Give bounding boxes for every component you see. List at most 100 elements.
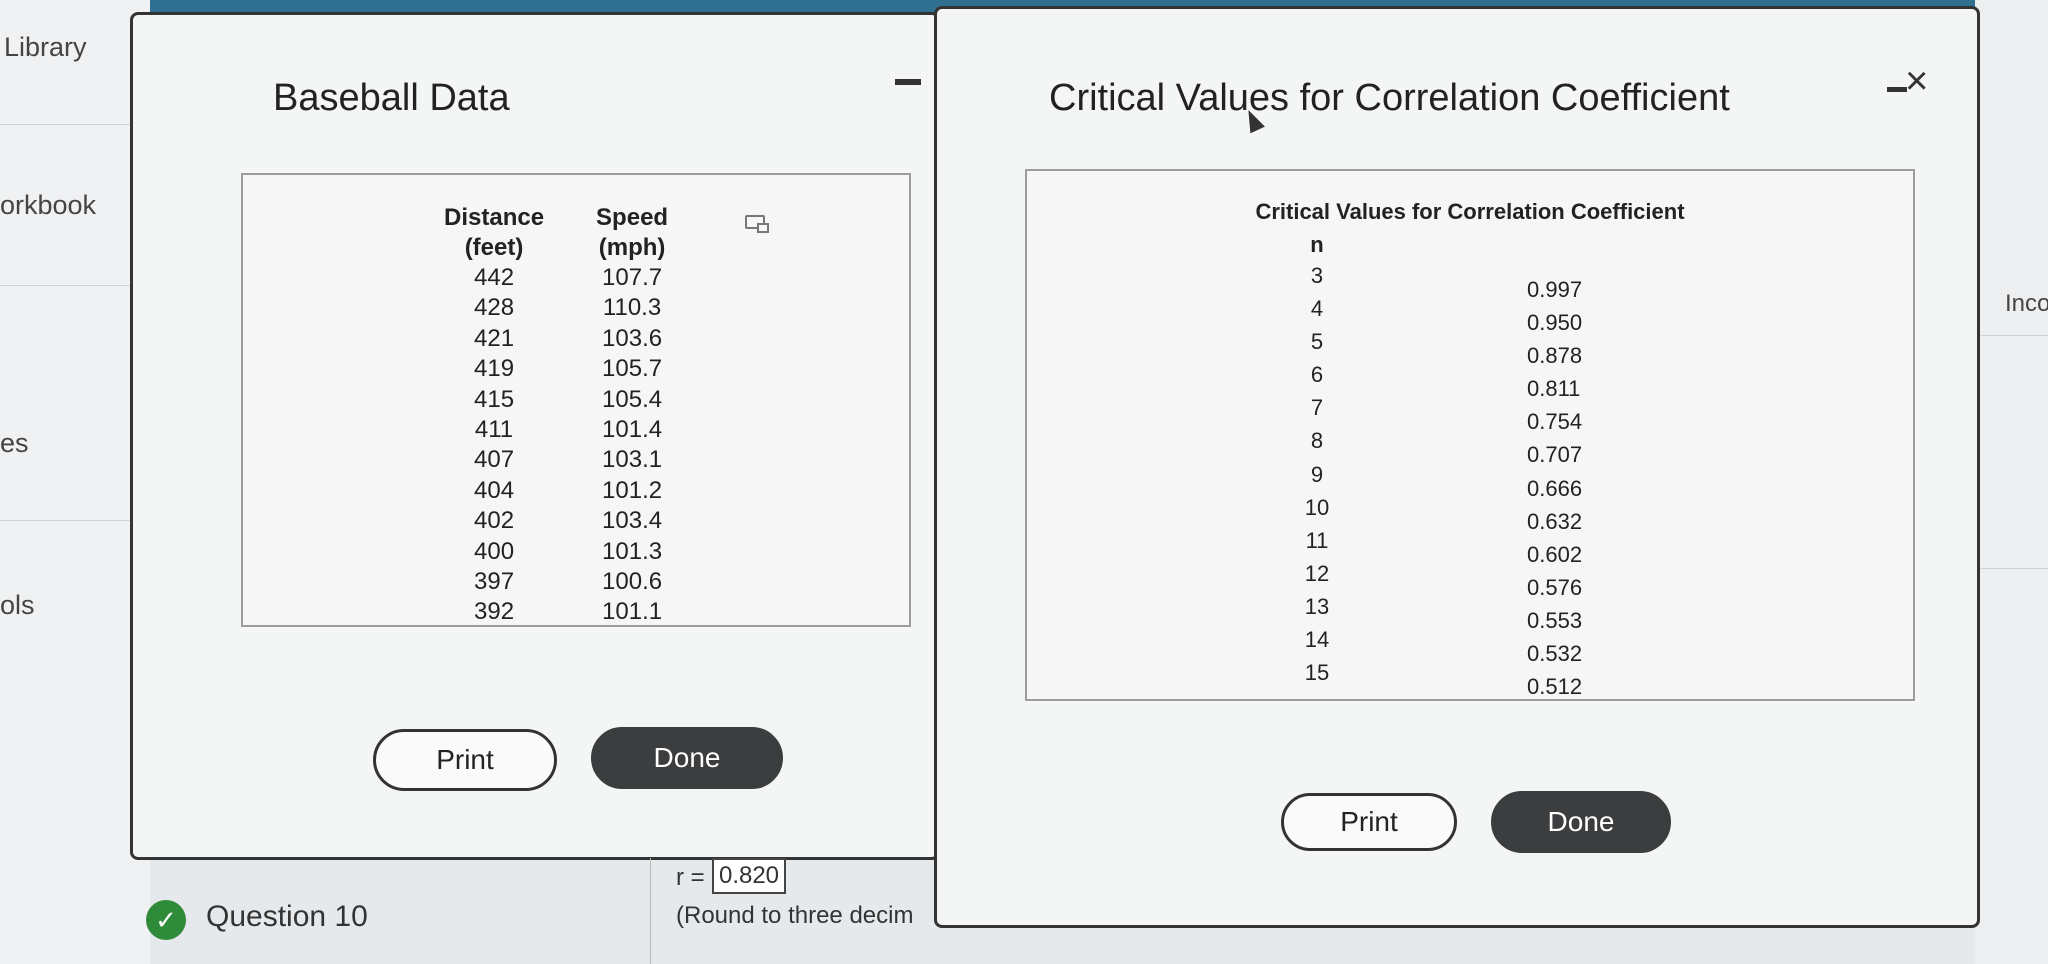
- dialog-title: Baseball Data: [273, 77, 510, 119]
- critical-value-cell: 0.602: [1527, 541, 1583, 567]
- column-header-speed: Speed (mph): [596, 204, 669, 261]
- n-cell: 9: [1310, 461, 1324, 487]
- sidebar-item-es[interactable]: es: [0, 428, 29, 459]
- n-cell: 13: [1304, 593, 1330, 619]
- table-caption: Critical Values for Correlation Coeffici…: [1255, 199, 1685, 224]
- speed-cell: 101.4: [602, 416, 663, 444]
- speed-cell: 103.4: [602, 507, 663, 535]
- print-button[interactable]: Print: [1281, 793, 1457, 851]
- critical-value-cell: 0.707: [1527, 442, 1583, 468]
- n-cell: 5: [1310, 329, 1324, 355]
- critical-value-cell: 0.553: [1527, 607, 1583, 633]
- table-row: 392 101.1: [418, 597, 694, 627]
- n-cell: 8: [1310, 428, 1324, 454]
- baseball-data-table: Distance (feet) Speed (mph) 442 107.7 428 110…: [418, 203, 694, 628]
- sidebar-divider: [0, 285, 150, 286]
- n-cell: 14: [1304, 627, 1330, 653]
- n-cell: 12: [1304, 560, 1330, 586]
- distance-cell: 428: [474, 294, 515, 322]
- n-cell: 10: [1304, 494, 1330, 520]
- baseball-data-dialog: Baseball Data Distance (feet) Speed (mph) …: [130, 12, 940, 860]
- rounding-hint: (Round to three decim: [676, 902, 914, 929]
- distance-cell: 415: [474, 385, 515, 413]
- column-header-value: [1347, 231, 1582, 259]
- print-button[interactable]: Print: [373, 729, 557, 791]
- critical-value-cell: 0.811: [1527, 376, 1581, 402]
- speed-cell: 105.7: [602, 355, 663, 383]
- sidebar: Library orkbook es ols: [0, 0, 150, 964]
- question-divider: [650, 858, 651, 964]
- column-header-n: n: [1310, 232, 1324, 257]
- table-row: 428 110.3: [418, 293, 694, 323]
- critical-value-cell: 0.997: [1527, 277, 1583, 302]
- speed-cell: 107.7: [602, 264, 663, 291]
- data-table-container: Distance (feet) Speed (mph) 442 107.7 428 110…: [241, 173, 911, 627]
- speed-cell: 103.1: [602, 446, 663, 474]
- sidebar-divider: [0, 520, 150, 521]
- right-panel-label: Inco: [2005, 290, 2048, 317]
- expand-table-icon[interactable]: [745, 215, 769, 233]
- critical-value-cell: 0.950: [1527, 310, 1583, 336]
- table-row: 419 105.7: [418, 354, 694, 384]
- n-cell: 3: [1310, 263, 1324, 288]
- distance-cell: 419: [474, 355, 515, 383]
- table-row: 404 101.2: [418, 476, 694, 506]
- sidebar-item-tools[interactable]: ols: [0, 590, 35, 621]
- speed-cell: 101.2: [602, 476, 663, 504]
- speed-cell: 100.6: [602, 568, 663, 596]
- dialog-title: Critical Values for Correlation Coeffici…: [1049, 77, 1730, 119]
- checkmark-icon: ✓: [146, 900, 186, 940]
- critical-value-cell: 0.754: [1527, 409, 1583, 435]
- table-row: 442 107.7: [418, 263, 694, 293]
- sidebar-divider: [0, 124, 150, 125]
- r-answer-field[interactable]: 0.820: [712, 858, 786, 894]
- done-button[interactable]: Done: [1491, 791, 1671, 853]
- critical-value-cell: 0.532: [1527, 641, 1583, 667]
- sidebar-item-library[interactable]: Library: [4, 32, 87, 63]
- critical-values-container: Critical Values for Correlation Coeffici…: [1025, 169, 1915, 701]
- distance-cell: 392: [474, 598, 515, 626]
- close-icon[interactable]: ×: [1905, 61, 1928, 101]
- column-header-distance: Distance (feet): [444, 204, 545, 261]
- sidebar-item-workbook[interactable]: orkbook: [0, 190, 96, 221]
- table-row: 397 100.6: [418, 567, 694, 597]
- table-row: 400 101.3: [418, 537, 694, 567]
- table-row: 421 103.6: [418, 324, 694, 354]
- table-row: 402 103.4: [418, 506, 694, 536]
- table-row: 415 105.4: [418, 385, 694, 415]
- distance-cell: 402: [474, 507, 515, 535]
- speed-cell: 101.1: [602, 598, 663, 626]
- minimize-icon[interactable]: [895, 79, 921, 85]
- done-button[interactable]: Done: [591, 727, 783, 789]
- critical-value-cell: 0.878: [1527, 343, 1583, 369]
- speed-cell: 110.3: [602, 294, 662, 322]
- right-panel: Inco: [1975, 0, 2048, 964]
- critical-value-cell: 0.576: [1527, 574, 1583, 600]
- n-cell: 11: [1305, 527, 1329, 553]
- critical-values-table: n 3 0.997 4 0.950 5 0.878 6 0.811 7 0.754 8 0.707 9 0…: [1287, 231, 1583, 699]
- minimize-icon[interactable]: [1887, 87, 1907, 92]
- critical-values-dialog: Critical Values for Correlation Coeffici…: [934, 6, 1980, 928]
- speed-cell: 105.4: [602, 385, 663, 413]
- speed-cell: 103.6: [602, 324, 663, 352]
- right-panel-divider: [1975, 568, 2048, 569]
- table-header-row: n: [1287, 231, 1582, 259]
- n-cell: 6: [1310, 362, 1324, 388]
- n-cell: 4: [1310, 296, 1324, 322]
- right-panel-divider: [1975, 335, 2048, 336]
- distance-cell: 397: [474, 568, 515, 596]
- distance-cell: 400: [474, 537, 515, 565]
- critical-value-cell: 0.512: [1527, 674, 1583, 700]
- table-header-row: Distance (feet) Speed (mph): [418, 203, 694, 263]
- r-label: r =: [676, 864, 705, 891]
- critical-value-cell: 0.666: [1527, 475, 1583, 501]
- n-cell: 7: [1310, 395, 1324, 421]
- distance-cell: 411: [474, 416, 514, 444]
- question-label[interactable]: Question 10: [206, 900, 368, 934]
- distance-cell: 442: [474, 264, 515, 291]
- distance-cell: 407: [474, 446, 515, 474]
- speed-cell: 101.3: [602, 537, 663, 565]
- table-row: 3 0.997: [1287, 259, 1582, 302]
- table-row: 407 103.1: [418, 445, 694, 475]
- distance-cell: 404: [474, 476, 515, 504]
